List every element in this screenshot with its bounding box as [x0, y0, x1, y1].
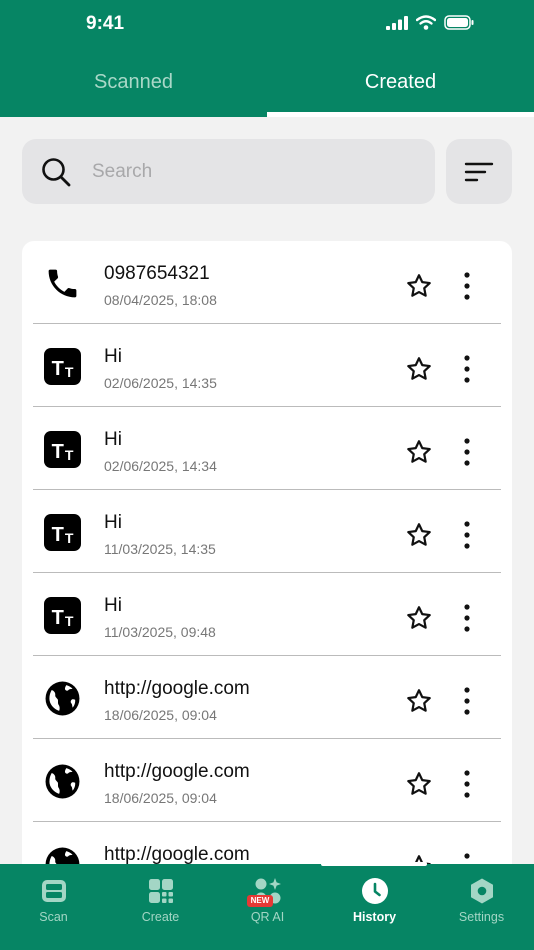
scan-icon	[41, 880, 66, 902]
list-item[interactable]: TT Hi 02/06/2025, 14:35	[22, 324, 512, 407]
star-icon[interactable]	[405, 521, 433, 549]
text-icon: TT	[44, 597, 81, 634]
nav-label: Create	[141, 910, 180, 924]
more-options-icon[interactable]	[459, 686, 475, 716]
list-item[interactable]: http://google.com 18/06/2025, 09:04	[22, 656, 512, 739]
item-date: 08/04/2025, 18:08	[104, 292, 217, 308]
item-date: 02/06/2025, 14:35	[104, 375, 217, 391]
bottom-navigation: Scan Create QR AI History Settings	[0, 864, 534, 950]
item-title: http://google.com	[104, 761, 250, 782]
item-title: Hi	[104, 429, 122, 450]
more-options-icon[interactable]	[459, 271, 475, 301]
text-icon: TT	[44, 514, 81, 551]
search-bar[interactable]	[22, 139, 435, 204]
list-item[interactable]: 0987654321 08/04/2025, 18:08	[22, 241, 512, 324]
star-icon[interactable]	[405, 438, 433, 466]
text-icon: TT	[44, 348, 81, 385]
signal-icon	[386, 15, 408, 30]
star-icon[interactable]	[405, 355, 433, 383]
globe-icon	[45, 681, 80, 716]
list-item[interactable]: TT Hi 11/03/2025, 14:35	[22, 490, 512, 573]
more-options-icon[interactable]	[459, 603, 475, 633]
star-icon[interactable]	[405, 687, 433, 715]
list-item[interactable]: http://google.com 18/06/2025, 09:04	[22, 739, 512, 822]
nav-label: Settings	[458, 910, 505, 924]
more-options-icon[interactable]	[459, 520, 475, 550]
search-input[interactable]	[92, 160, 392, 183]
nav-settings[interactable]: Settings	[428, 864, 534, 950]
sort-icon	[464, 162, 494, 181]
star-icon[interactable]	[405, 770, 433, 798]
nav-create[interactable]: Create	[107, 864, 214, 950]
item-date: 11/03/2025, 09:48	[104, 624, 216, 640]
item-title: http://google.com	[104, 844, 250, 865]
create-icon	[148, 879, 173, 903]
tab-created[interactable]: Created	[267, 48, 534, 117]
globe-icon	[45, 764, 80, 799]
tab-bar: Scanned Created	[0, 48, 534, 117]
header: 9:41 Scanned Created	[0, 0, 534, 117]
star-icon[interactable]	[405, 604, 433, 632]
nav-label: History	[352, 910, 397, 924]
history-icon	[361, 878, 388, 904]
item-title: Hi	[104, 595, 122, 616]
more-options-icon[interactable]	[459, 769, 475, 799]
phone-icon	[48, 269, 77, 298]
sort-button[interactable]	[446, 139, 512, 204]
item-date: 02/06/2025, 14:34	[104, 458, 217, 474]
nav-history[interactable]: History	[321, 864, 428, 950]
more-options-icon[interactable]	[459, 437, 475, 467]
item-date: 18/06/2025, 09:04	[104, 790, 217, 806]
item-title: http://google.com	[104, 678, 250, 699]
more-options-icon[interactable]	[459, 354, 475, 384]
nav-scan[interactable]: Scan	[0, 864, 107, 950]
tab-scanned[interactable]: Scanned	[0, 48, 267, 117]
status-bar: 9:41	[0, 0, 534, 48]
item-date: 11/03/2025, 14:35	[104, 541, 216, 557]
new-badge: NEW	[247, 895, 273, 907]
search-icon	[42, 157, 71, 186]
battery-icon	[444, 15, 474, 30]
item-title: 0987654321	[104, 263, 210, 284]
home-indicator	[321, 862, 427, 866]
item-title: Hi	[104, 512, 122, 533]
nav-qr-ai[interactable]: QR AI	[214, 864, 321, 950]
list-item[interactable]: TT Hi 02/06/2025, 14:34	[22, 407, 512, 490]
settings-icon	[470, 878, 493, 904]
status-time: 9:41	[86, 13, 125, 34]
tab-indicator	[267, 112, 534, 117]
status-icons	[386, 15, 474, 30]
star-icon[interactable]	[405, 272, 433, 300]
text-icon: TT	[44, 431, 81, 468]
item-date: 18/06/2025, 09:04	[104, 707, 217, 723]
item-title: Hi	[104, 346, 122, 367]
wifi-icon	[416, 15, 436, 30]
nav-label: Scan	[39, 910, 68, 924]
nav-label: QR AI	[250, 910, 285, 924]
history-list: 0987654321 08/04/2025, 18:08 TT Hi 02/06…	[22, 241, 512, 881]
list-item[interactable]: TT Hi 11/03/2025, 09:48	[22, 573, 512, 656]
